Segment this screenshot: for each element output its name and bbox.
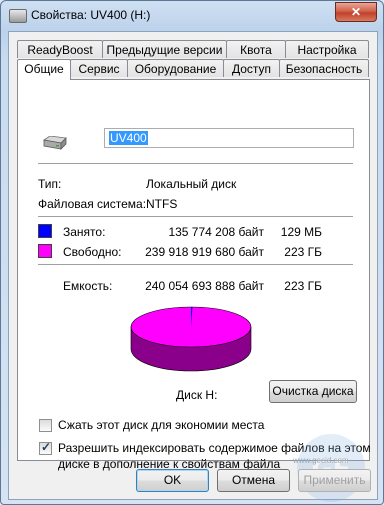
filesystem-label: Файловая система: <box>38 197 147 211</box>
tab-quota[interactable]: Квота <box>226 40 286 58</box>
used-bytes: 135 774 208 байт <box>168 225 264 239</box>
free-short: 223 ГБ <box>284 245 322 259</box>
drive-icon <box>9 9 27 23</box>
compress-label: Сжать этот диск для экономии места <box>58 418 265 432</box>
disk-cleanup-button[interactable]: Очистка диска <box>269 380 357 403</box>
cancel-button[interactable]: Отмена <box>217 469 290 492</box>
disk-usage-pie-chart <box>130 306 252 372</box>
gecid-watermark-logo: GE <box>297 434 365 502</box>
free-label: Свободно: <box>63 245 122 259</box>
tab-security[interactable]: Безопасность <box>279 59 369 77</box>
type-value: Локальный диск <box>146 177 237 191</box>
tab-sharing[interactable]: Доступ <box>223 59 280 77</box>
volume-label-input[interactable]: UV400 <box>104 128 354 148</box>
tab-customize[interactable]: Настройка <box>285 40 369 58</box>
properties-window: Свойства: UV400 (H:) ✕ ReadyBoost Предыд… <box>0 0 384 505</box>
general-tab-panel: UV400 Тип: Локальный диск Файловая систе… <box>17 79 371 502</box>
window-title: Свойства: UV400 (H:) <box>31 8 151 22</box>
capacity-label: Емкость: <box>63 279 113 293</box>
index-checkbox[interactable]: ✓ <box>39 440 52 455</box>
free-bytes: 239 918 919 680 байт <box>145 245 264 259</box>
type-label: Тип: <box>38 177 62 191</box>
title-bar[interactable]: Свойства: UV400 (H:) ✕ <box>1 1 383 31</box>
tab-readyboost[interactable]: ReadyBoost <box>17 40 103 58</box>
tab-previous-versions[interactable]: Предыдущие версии <box>102 40 227 58</box>
divider <box>38 163 353 164</box>
apply-button[interactable]: Применить <box>298 469 371 492</box>
divider <box>38 264 353 265</box>
capacity-short: 223 ГБ <box>284 279 322 293</box>
free-space-swatch <box>38 244 52 258</box>
used-space-swatch <box>38 224 52 238</box>
divider <box>38 216 353 217</box>
tab-tools[interactable]: Сервис <box>70 59 128 77</box>
volume-label-text: UV400 <box>109 131 148 145</box>
compress-checkbox[interactable] <box>39 419 52 432</box>
drive-icon <box>42 136 67 150</box>
checkmark-icon: ✓ <box>41 440 52 454</box>
close-button[interactable]: ✕ <box>335 2 377 22</box>
tab-general[interactable]: Общие <box>17 59 71 80</box>
close-icon: ✕ <box>350 5 362 19</box>
disk-caption: Диск H: <box>176 388 218 402</box>
filesystem-value: NTFS <box>146 197 178 211</box>
used-label: Занято: <box>63 225 106 239</box>
watermark-url: www.gecid.com <box>293 456 349 465</box>
ok-button[interactable]: OK <box>136 469 209 492</box>
dialog-client-area: ReadyBoost Предыдущие версии Квота Настр… <box>8 31 378 502</box>
tab-hardware[interactable]: Оборудование <box>127 59 224 77</box>
used-short: 129 МБ <box>280 225 322 239</box>
capacity-bytes: 240 054 693 888 байт <box>145 279 264 293</box>
